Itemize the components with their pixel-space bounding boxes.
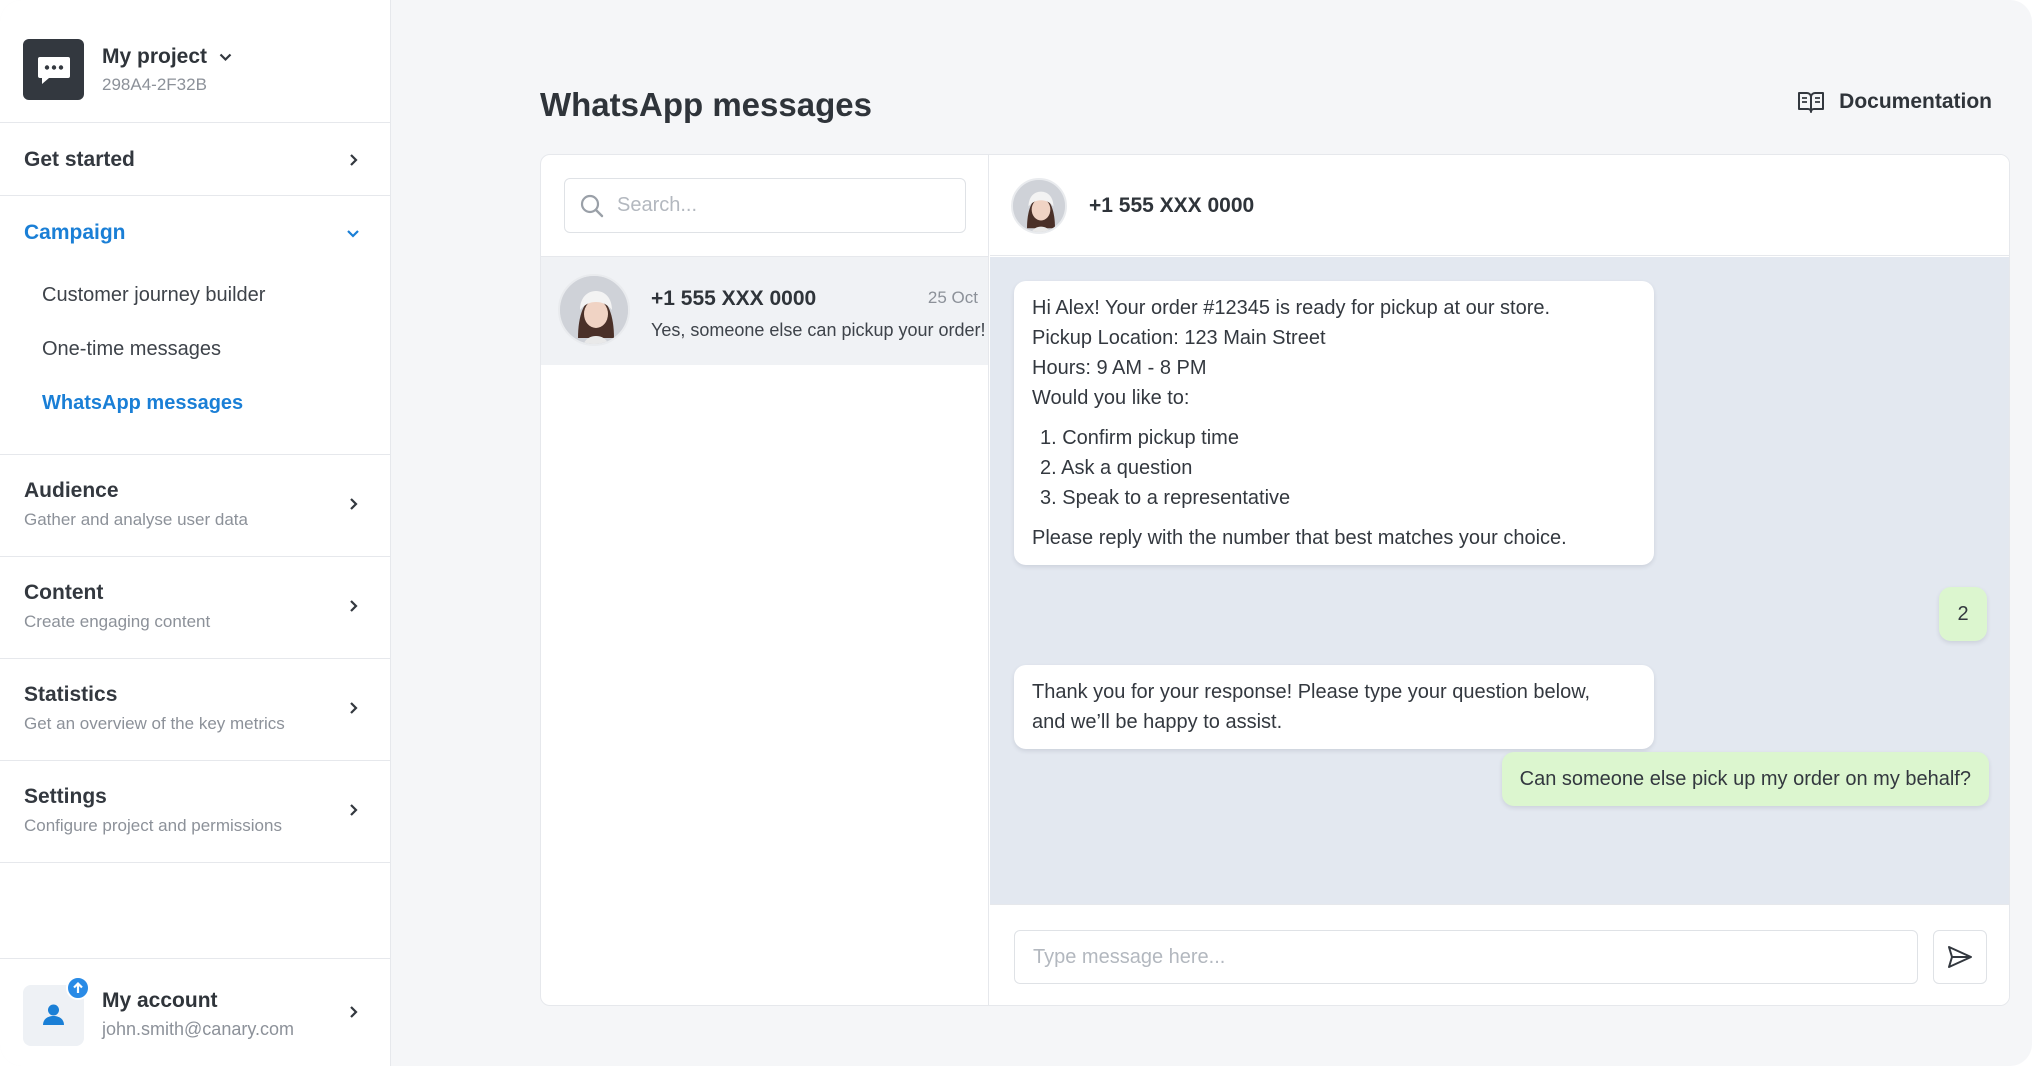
nav-statistics[interactable]: Statistics Get an overview of the key me… — [0, 659, 390, 761]
sidebar-item-one-time-messages[interactable]: One-time messages — [42, 338, 221, 361]
incoming-message: Hi Alex! Your order #12345 is ready for … — [1014, 281, 1654, 565]
list-item: 2. Ask a question — [1040, 457, 1193, 479]
chevron-down-icon[interactable] — [346, 226, 360, 240]
nav-audience[interactable]: Audience Gather and analyse user data — [0, 455, 390, 557]
documentation-link[interactable]: Documentation — [1797, 90, 1992, 114]
message-box[interactable] — [1014, 930, 1918, 984]
chevron-right-icon — [350, 702, 358, 714]
project-id: 298A4-2F32B — [102, 75, 207, 94]
sidebar: My project 298A4-2F32B Get started Campa… — [0, 0, 391, 1066]
sidebar-item-whatsapp-messages[interactable]: WhatsApp messages — [42, 392, 243, 415]
list-item: 1. Confirm pickup time — [1040, 427, 1239, 449]
list-item: 3. Speak to a representative — [1040, 487, 1291, 509]
nav-settings-label: Settings — [24, 785, 107, 808]
project-switcher[interactable]: My project 298A4-2F32B — [0, 0, 390, 123]
app-window: My project 298A4-2F32B Get started Campa… — [0, 0, 2032, 1066]
upload-badge-icon — [66, 976, 90, 1000]
search-icon — [580, 194, 604, 218]
nav-settings[interactable]: Settings Configure project and permissio… — [0, 761, 390, 863]
outgoing-message: 2 — [1939, 587, 1987, 641]
conversation-preview: Yes, someone else can pickup your order! — [651, 320, 986, 340]
chevron-down-icon — [219, 53, 232, 61]
nav-campaign-label[interactable]: Campaign — [24, 221, 126, 245]
account-email: john.smith@canary.com — [102, 1019, 295, 1039]
message-thread: Hi Alex! Your order #12345 is ready for … — [990, 257, 2009, 904]
message-line: Would you like to: — [1032, 387, 1190, 409]
composer — [990, 904, 2009, 1005]
my-account[interactable]: My account john.smith@canary.com — [0, 958, 390, 1066]
book-icon — [1798, 92, 1825, 113]
chat-contact-name: +1 555 XXX 0000 — [1089, 194, 1255, 217]
outgoing-message: Can someone else pick up my order on my … — [1501, 752, 1989, 806]
nav-content[interactable]: Content Create engaging content — [0, 557, 390, 659]
conversation-date: 25 Oct — [927, 288, 978, 307]
messages-panel: +1 555 XXX 0000 25 Oct Yes, someone else… — [540, 154, 2010, 1006]
message-line: Thank you for your response! Please type… — [1032, 681, 1591, 703]
project-name: My project — [102, 45, 232, 69]
chevron-right-icon — [350, 498, 358, 510]
conversation-item[interactable]: +1 555 XXX 0000 25 Oct Yes, someone else… — [541, 257, 988, 365]
chat-header: +1 555 XXX 0000 — [990, 155, 2009, 256]
chevron-right-icon — [350, 154, 358, 166]
documentation-label: Documentation — [1839, 90, 1992, 113]
account-name: My account — [102, 989, 218, 1012]
nav-content-subtitle: Create engaging content — [24, 612, 211, 631]
sidebar-item-customer-journey-builder[interactable]: Customer journey builder — [42, 284, 265, 307]
nav-get-started[interactable]: Get started — [0, 123, 390, 196]
conversation-list: +1 555 XXX 0000 25 Oct Yes, someone else… — [541, 155, 989, 1005]
nav-statistics-subtitle: Get an overview of the key metrics — [24, 714, 285, 733]
chat-logo-icon — [23, 39, 84, 100]
search-box[interactable] — [564, 178, 966, 233]
chevron-right-icon — [350, 804, 358, 816]
message-line: Hours: 9 AM - 8 PM — [1032, 357, 1207, 379]
page-title: WhatsApp messages — [540, 86, 872, 123]
chevron-right-icon — [350, 1006, 358, 1018]
chat-window: +1 555 XXX 0000 Hi Alex! Your order #123… — [990, 155, 2009, 1005]
message-line: Hi Alex! Your order #12345 is ready for … — [1032, 297, 1551, 319]
contact-avatar — [558, 274, 630, 346]
nav-campaign: Campaign Customer journey builder One-ti… — [0, 196, 390, 455]
send-icon — [1948, 946, 1972, 968]
conversation-name: +1 555 XXX 0000 — [651, 287, 817, 310]
nav-settings-subtitle: Configure project and permissions — [24, 816, 282, 835]
contact-avatar — [1011, 178, 1067, 234]
message-line: Pickup Location: 123 Main Street — [1032, 327, 1326, 349]
message-input[interactable] — [1033, 931, 1903, 983]
project-name-label: My project — [102, 45, 208, 68]
incoming-message: Thank you for your response! Please type… — [1014, 665, 1654, 749]
message-line: and we’ll be happy to assist. — [1032, 711, 1283, 733]
message-line: Please reply with the number that best m… — [1032, 527, 1567, 549]
send-button[interactable] — [1933, 930, 1987, 984]
nav-audience-label: Audience — [24, 479, 119, 502]
search-input[interactable] — [617, 179, 957, 232]
nav-audience-subtitle: Gather and analyse user data — [24, 510, 248, 529]
nav-statistics-label: Statistics — [24, 683, 118, 706]
nav-get-started-label: Get started — [24, 148, 135, 171]
chevron-right-icon — [350, 600, 358, 612]
option-list: 1. Confirm pickup time 2. Ask a question… — [1032, 423, 1636, 513]
nav-content-label: Content — [24, 581, 104, 604]
